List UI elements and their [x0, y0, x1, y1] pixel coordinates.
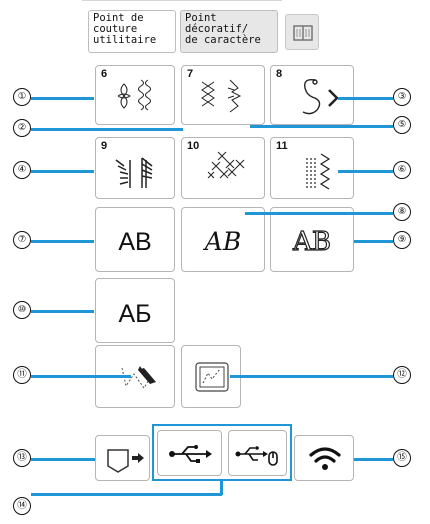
tab-utility-stitch[interactable]: Point de couture utilitaire — [88, 10, 176, 53]
leader-line — [230, 375, 393, 378]
leader-line — [31, 310, 94, 313]
decorative-stitch-9-icon — [115, 157, 153, 188]
font-label: AB — [204, 227, 242, 256]
leader-line — [31, 375, 131, 378]
leader-line — [31, 97, 94, 100]
decorative-stitch-11-icon — [306, 153, 331, 190]
callout-5: ⑤ — [393, 116, 411, 134]
usb-group-frame — [152, 424, 292, 481]
leader-line — [245, 212, 393, 215]
leader-line — [354, 240, 393, 243]
my-design-center-icon — [195, 362, 229, 392]
leader-line — [31, 493, 222, 496]
callout-13: ⑬ — [13, 449, 31, 467]
leader-line — [338, 170, 393, 173]
font-outline-button[interactable]: AB — [270, 207, 354, 272]
top-divider — [82, 0, 282, 1]
tab-line: de caractère — [185, 34, 261, 46]
key-decorative-10[interactable]: 10 — [181, 137, 265, 199]
decorative-stitch-7-icon — [201, 79, 242, 113]
font-label: AB — [118, 228, 152, 256]
leader-line — [250, 125, 393, 128]
font-label: АБ — [118, 300, 152, 328]
callout-4: ④ — [13, 161, 31, 179]
key-decorative-8[interactable]: 8 — [270, 65, 354, 125]
callout-11: ⑪ — [13, 366, 31, 384]
leader-line — [354, 458, 393, 461]
memory-pocket-button[interactable] — [95, 435, 150, 481]
key-decorative-9[interactable]: 9 — [95, 137, 175, 199]
callout-9: ⑨ — [393, 231, 411, 249]
leader-line — [338, 97, 393, 100]
callout-8: ⑧ — [393, 203, 411, 221]
font-cyrillic-button[interactable]: АБ — [95, 278, 175, 343]
memory-pocket-icon — [107, 449, 144, 473]
callout-14: ⑭ — [13, 497, 31, 515]
callout-1: ① — [13, 88, 31, 106]
callout-3: ③ — [393, 88, 411, 106]
decorative-stitch-8-icon — [302, 78, 339, 115]
key-decorative-6[interactable]: 6 — [95, 65, 175, 125]
tab-line: utilitaire — [93, 34, 157, 46]
wifi-icon — [309, 447, 341, 470]
tab-decorative-character-stitch[interactable]: Point décoratif/ de caractère — [180, 10, 278, 53]
callout-2: ② — [13, 119, 31, 137]
my-custom-stitch-icon — [121, 366, 156, 389]
font-gothic-button[interactable]: AB — [95, 207, 175, 272]
decorative-stitch-6-icon — [117, 79, 151, 111]
callout-10: ⑩ — [13, 301, 31, 319]
font-script-button[interactable]: AB — [181, 207, 265, 272]
leader-line — [31, 240, 94, 243]
callout-6: ⑥ — [393, 161, 411, 179]
decorative-stitch-10-icon — [207, 151, 245, 179]
book-icon — [293, 25, 313, 41]
key-decorative-7[interactable]: 7 — [181, 65, 265, 125]
leader-line — [31, 128, 183, 131]
tab-book[interactable] — [285, 14, 319, 50]
leader-line — [31, 458, 95, 461]
wifi-button[interactable] — [294, 435, 354, 481]
callout-12: ⑫ — [393, 366, 411, 384]
leader-line — [31, 170, 94, 173]
font-label: AB — [292, 226, 331, 257]
callout-15: ⑮ — [393, 449, 411, 467]
key-decorative-11[interactable]: 11 — [270, 137, 354, 199]
callout-7: ⑦ — [13, 231, 31, 249]
